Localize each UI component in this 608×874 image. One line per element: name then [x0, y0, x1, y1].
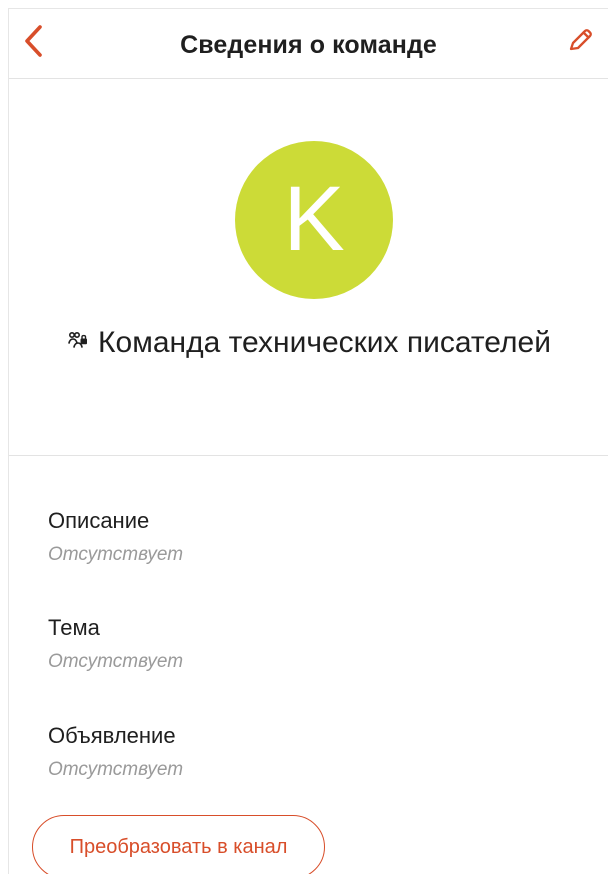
- topic-section: Тема Отсутствует: [48, 615, 568, 673]
- team-lock-icon: [66, 328, 90, 357]
- convert-to-channel-button[interactable]: Преобразовать в канал: [32, 815, 325, 874]
- team-name: Команда технических писателей: [98, 326, 551, 359]
- avatar: K: [235, 141, 393, 299]
- announcement-value: Отсутствует: [48, 759, 184, 781]
- description-value: Отсутствует: [48, 544, 184, 566]
- topic-label: Тема: [48, 615, 100, 640]
- edit-button[interactable]: [562, 24, 598, 62]
- profile-section: K Команда технических писателей: [9, 79, 608, 456]
- description-section: Описание Отсутствует: [48, 508, 568, 566]
- avatar-letter: K: [283, 168, 345, 270]
- convert-to-channel-label: Преобразовать в канал: [69, 835, 288, 858]
- announcement-label: Объявление: [48, 723, 176, 748]
- header: Сведения о команде: [9, 9, 608, 79]
- topic-value: Отсутствует: [48, 651, 184, 673]
- pencil-icon: [565, 26, 595, 61]
- team-name-row: Команда технических писателей: [9, 326, 608, 359]
- announcement-section: Объявление Отсутствует: [48, 723, 568, 781]
- description-label: Описание: [48, 508, 150, 533]
- page-title: Сведения о команде: [180, 31, 437, 59]
- team-details-screen: Сведения о команде K Команда технических…: [8, 8, 608, 874]
